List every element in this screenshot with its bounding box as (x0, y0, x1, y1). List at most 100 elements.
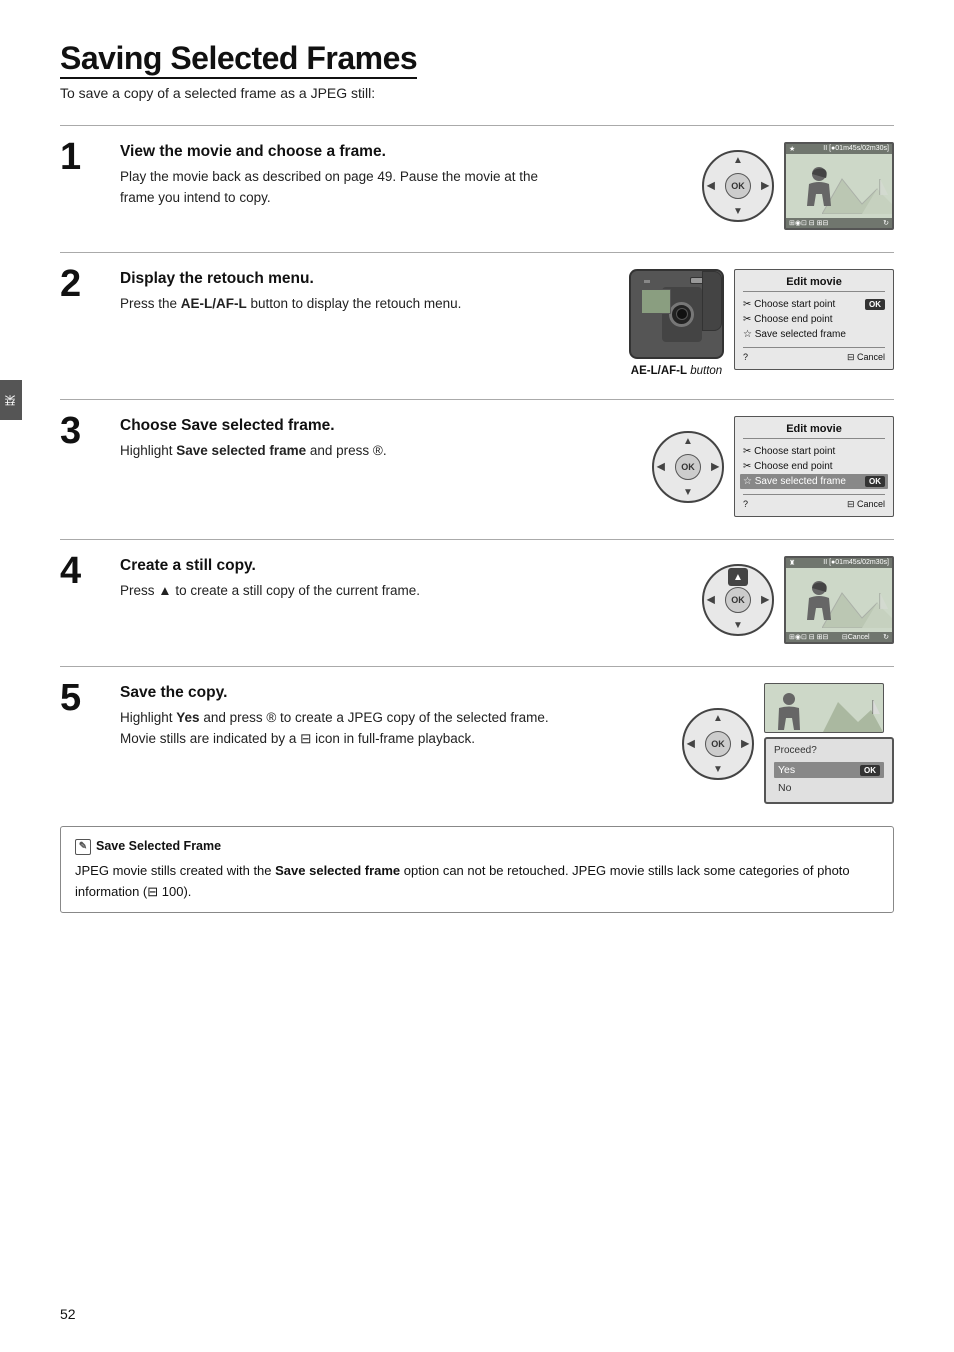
step-5-number: 5 (60, 679, 110, 717)
camera-body (629, 269, 724, 359)
edit-menu-footer: ? ⊟ Cancel (743, 347, 885, 363)
proceed-no-option: No (774, 780, 884, 796)
step-1-number: 1 (60, 138, 110, 176)
step-3-title: Choose Save selected frame. (120, 416, 574, 436)
edit-s3-icon-1: ✂ Choose start point (743, 446, 835, 457)
dpad-3: ▲ ▼ ◀ ▶ OK (652, 431, 724, 503)
edit-icon-1: ✂ Choose start point (743, 299, 835, 310)
dpad-right-4: ▶ (761, 595, 769, 606)
edit-menu-title: Edit movie (743, 276, 885, 292)
dpad-right-3: ▶ (711, 461, 719, 472)
dpad-4: ▲ ▼ ◀ ▶ OK (702, 564, 774, 636)
edit-menu-s3-item-2: ✂ Choose end point (743, 459, 885, 474)
camera-back-screen (641, 289, 671, 314)
step-1-title: View the movie and choose a frame. (120, 142, 574, 162)
edit-menu-item-1: ✂ Choose start point OK (743, 297, 885, 312)
screen-star-4: ♜ (789, 559, 795, 567)
screen-rotate-icon: ↻ (883, 219, 889, 227)
edit-menu-item-3: ☆ Save selected frame (743, 327, 885, 342)
edit-menu-footer-3: ? ⊟ Cancel (743, 494, 885, 510)
edit-menu-screen-step3: Edit movie ✂ Choose start point ✂ Choose… (734, 416, 894, 517)
dpad-down-4: ▼ (733, 620, 743, 631)
step-3: 3 Choose Save selected frame. Highlight … (60, 399, 894, 517)
edit-s3-icon-2: ✂ Choose end point (743, 461, 833, 472)
note-title-text: Save Selected Frame (96, 837, 221, 856)
step-2-images: AE-L/AF-L button Edit movie ✂ Choose sta… (584, 269, 894, 377)
dpad-step3: ▲ ▼ ◀ ▶ OK (652, 431, 724, 503)
dpad-step5: ▲ ▼ ◀ ▶ OK (682, 708, 754, 780)
proceed-area: Proceed? Yes OK No (764, 683, 894, 804)
dpad-ok-button: OK (725, 173, 751, 199)
no-label: No (778, 782, 791, 794)
step-4-title: Create a still copy. (120, 556, 574, 576)
proceed-options: Yes OK No (774, 762, 884, 796)
screen-star-icon: ★ (789, 145, 795, 153)
step-4-number: 4 (60, 552, 110, 590)
edit-menu-item-2: ✂ Choose end point (743, 312, 885, 327)
ok-badge-s3: OK (865, 476, 885, 487)
edit-icon-3: ☆ Save selected frame (743, 329, 846, 340)
mountain-small (823, 692, 883, 732)
proceed-dialog: Proceed? Yes OK No (764, 737, 894, 804)
dpad-right-arrow: ▶ (761, 181, 769, 192)
step-4-desc: Press ▲ to create a still copy of the cu… (120, 581, 574, 602)
dpad-up-4-arrow: ▲ (733, 572, 743, 583)
step-2-title: Display the retouch menu. (120, 269, 574, 289)
proceed-prompt: Proceed? (774, 745, 884, 756)
note-text: JPEG movie stills created with the Save … (75, 861, 879, 901)
step-2-number: 2 (60, 265, 110, 303)
screen-cancel-4: ⊟Cancel (842, 633, 870, 641)
screen-bottom-icons-4: ⊞◉⊡ ⊟ ⊞⊟ (789, 633, 828, 641)
step-5-images: ▲ ▼ ◀ ▶ OK Proceed? (584, 683, 894, 804)
footer-help-3: ? (743, 499, 748, 510)
screen-info-bar: ★ II [●01m45s/02m30s] (786, 144, 892, 154)
step-4: 4 Create a still copy. Press ▲ to create… (60, 539, 894, 644)
dpad-down-3: ▼ (683, 487, 693, 498)
step-3-number: 3 (60, 412, 110, 450)
note-box: ✎ Save Selected Frame JPEG movie stills … (60, 826, 894, 913)
proceed-yes-option: Yes OK (774, 762, 884, 778)
camera-preview-5 (764, 683, 884, 733)
note-title: ✎ Save Selected Frame (75, 837, 879, 856)
dpad-up-arrow: ▲ (733, 155, 743, 166)
footer-cancel: ⊟ Cancel (847, 352, 885, 363)
ae-label: AE-L/AF-L button (631, 365, 722, 377)
edit-menu-s3-item-3-highlighted: ☆ Save selected frame OK (740, 474, 888, 489)
screen-rotate-4: ↻ (883, 633, 889, 641)
screen-bottom-bar: ⊞◉⊡ ⊟ ⊞⊟ ↻ (786, 218, 892, 228)
dpad-up-5: ▲ (713, 713, 723, 724)
edit-menu-title-3: Edit movie (743, 423, 885, 439)
step-5: 5 Save the copy. Highlight Yes and press… (60, 666, 894, 804)
subtitle: To save a copy of a selected frame as a … (60, 85, 894, 101)
page-title: Saving Selected Frames (60, 40, 417, 79)
note-icon: ✎ (75, 839, 91, 855)
person-silhouette-4 (804, 580, 834, 628)
camera-lens-inner (676, 308, 688, 320)
dpad-left-arrow: ◀ (707, 181, 715, 192)
dpad-up-3: ▲ (683, 436, 693, 447)
dpad-left-3: ◀ (657, 461, 665, 472)
step-3-images: ▲ ▼ ◀ ▶ OK Edit movie ✂ Choose start poi… (584, 416, 894, 517)
yes-label: Yes (778, 764, 795, 776)
left-tab-label: 栞 (3, 395, 19, 406)
dpad-step1: ▲ ▼ ◀ ▶ OK (702, 150, 774, 222)
dpad-ok-3: OK (675, 454, 701, 480)
edit-menu-screen-step2: Edit movie ✂ Choose start point OK ✂ Cho… (734, 269, 894, 370)
dpad-left-4: ◀ (707, 595, 715, 606)
dpad-step4: ▲ ▼ ◀ ▶ OK (702, 564, 774, 636)
screen-bottom-icons: ⊞◉⊡ ⊟ ⊞⊟ (789, 219, 828, 227)
dpad-left-5: ◀ (687, 738, 695, 749)
ae-l-button (643, 279, 651, 284)
step-2-desc: Press the AE-L/AF-L button to display th… (120, 294, 574, 315)
dpad-up-4-highlight: ▲ (728, 568, 748, 586)
person-silhouette (804, 166, 834, 214)
dpad: ▲ ▼ ◀ ▶ OK (702, 150, 774, 222)
camera-screen-step4: ♜ II [●01m45s/02m30s] ⊞◉⊡ ⊟ ⊞⊟ ⊟Cancel (784, 556, 894, 644)
screen-bottom-bar-4: ⊞◉⊡ ⊟ ⊞⊟ ⊟Cancel ↻ (786, 632, 892, 642)
ok-badge-proceed: OK (860, 765, 880, 776)
screen-timer-info: II [●01m45s/02m30s] (823, 145, 889, 153)
footer-cancel-3: ⊟ Cancel (847, 499, 885, 510)
step-5-desc: Highlight Yes and press ® to create a JP… (120, 708, 574, 750)
page-number: 52 (60, 1306, 76, 1322)
camera-grip (702, 271, 722, 331)
